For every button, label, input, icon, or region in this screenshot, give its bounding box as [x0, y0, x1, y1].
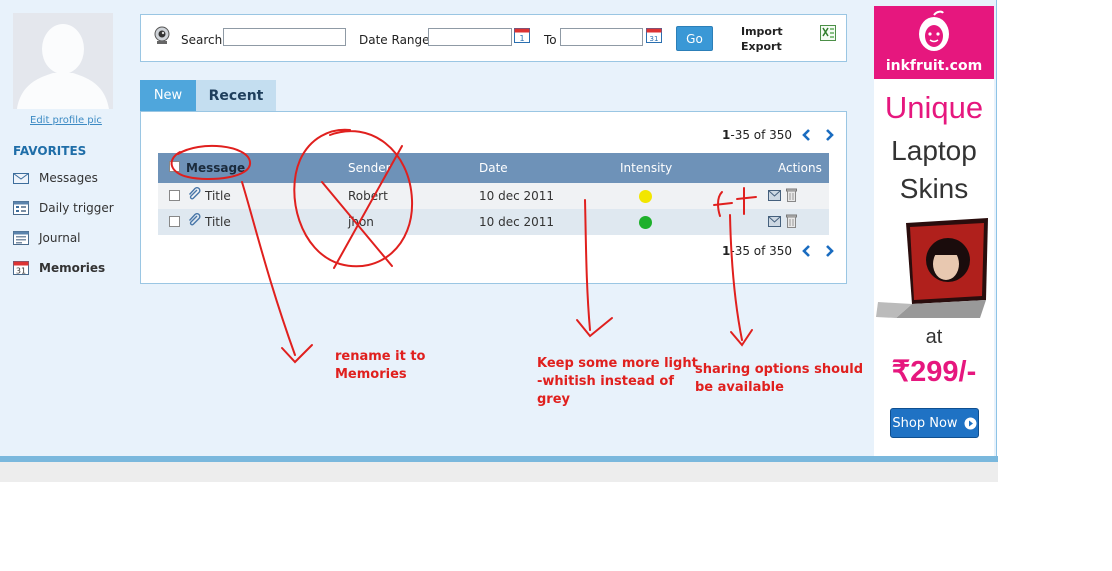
sidebar-item-label: Messages	[39, 171, 98, 185]
sidebar-item-daily-trigger[interactable]: Daily trigger	[13, 199, 114, 217]
sidebar-item-label: Daily trigger	[39, 201, 114, 215]
annotation-note-rename: rename it to Memories	[335, 349, 426, 382]
column-header-actions: Actions	[778, 161, 822, 175]
trash-icon[interactable]	[786, 188, 797, 202]
messages-panel: 1 -35 of 350 Message Sender Date Intensi…	[140, 111, 847, 284]
svg-text:31: 31	[16, 267, 26, 276]
window-shadow	[0, 462, 998, 482]
row-checkbox[interactable]	[169, 216, 180, 227]
sidebar-item-label: Journal	[39, 231, 81, 245]
prev-page-icon[interactable]	[800, 244, 814, 258]
table-row[interactable]: Title Robert 10 dec 2011	[158, 183, 829, 209]
date-to-input[interactable]	[560, 28, 643, 46]
play-arrow-icon	[964, 417, 977, 429]
attachment-icon	[188, 213, 201, 226]
shop-now-button[interactable]: Shop Now	[890, 408, 979, 438]
column-header-sender[interactable]: Sender	[348, 161, 391, 175]
ad-headline-1: Unique	[884, 90, 984, 125]
pager-range: -35 of 350	[730, 244, 793, 258]
ad-at: at	[925, 326, 943, 348]
intensity-indicator	[639, 216, 652, 229]
pager-current: 1	[722, 244, 731, 258]
column-header-message[interactable]: Message	[186, 161, 245, 175]
webcam-icon[interactable]	[151, 26, 173, 46]
to-label: To	[544, 33, 557, 47]
inkfruit-logo-icon	[919, 10, 949, 51]
next-page-icon[interactable]	[822, 128, 836, 142]
row-checkbox[interactable]	[169, 190, 180, 201]
envelope-icon	[13, 173, 29, 184]
pager-bottom: 1 -35 of 350	[722, 244, 836, 258]
go-button[interactable]: Go	[676, 26, 713, 51]
pager-current: 1	[722, 128, 731, 142]
calendar-picker-icon[interactable]: 1	[514, 27, 530, 43]
import-link[interactable]: Import	[741, 25, 783, 38]
ad-price: ₹299/-	[891, 356, 977, 388]
row-title[interactable]: Title	[205, 215, 231, 229]
pager-range: -35 of 350	[730, 128, 793, 142]
tab-new[interactable]: New	[140, 80, 196, 111]
tab-recent[interactable]: Recent	[196, 80, 276, 111]
search-input[interactable]	[223, 28, 346, 46]
ad-brand: inkfruit.com	[885, 58, 983, 74]
excel-icon[interactable]	[820, 25, 836, 41]
column-header-intensity[interactable]: Intensity	[620, 161, 672, 175]
pager-top: 1 -35 of 350	[722, 128, 836, 142]
ad-headline-3: Skins	[899, 173, 969, 204]
next-page-icon[interactable]	[822, 244, 836, 258]
prev-page-icon[interactable]	[800, 128, 814, 142]
table-header: Message Sender Date Intensity Actions	[158, 153, 829, 183]
edit-profile-pic-link[interactable]: Edit profile pic	[30, 115, 102, 126]
sidebar-item-label: Memories	[39, 261, 106, 275]
mail-icon[interactable]	[768, 190, 781, 201]
column-header-date[interactable]: Date	[479, 161, 508, 175]
calendar-picker-icon[interactable]: 31	[646, 27, 662, 43]
favorites-title: FAVORITES	[13, 144, 87, 158]
shop-now-label: Shop Now	[892, 415, 958, 431]
mail-icon[interactable]	[768, 216, 781, 227]
avatar	[13, 13, 113, 109]
search-label: Search	[181, 33, 223, 47]
ad-header: inkfruit.com	[874, 6, 994, 79]
journal-icon	[13, 231, 29, 245]
date-range-label: Date Range	[359, 33, 430, 47]
annotation-note-sharing: sharing options should be available	[695, 362, 864, 395]
sidebar-item-memories[interactable]: 31 Memories	[13, 259, 105, 277]
calendar-picker-number: 31	[650, 35, 659, 43]
calendar-31-icon: 31	[13, 261, 29, 275]
ad-banner[interactable]: inkfruit.com Unique Laptop Skins at ₹299…	[874, 6, 994, 456]
default-avatar-icon	[13, 13, 113, 109]
row-title[interactable]: Title	[205, 189, 231, 203]
attachment-icon	[188, 187, 201, 200]
sidebar-item-messages[interactable]: Messages	[13, 169, 98, 187]
sidebar-item-journal[interactable]: Journal	[13, 229, 81, 247]
search-panel: Search Date Range 1 To 31 Go Import Expo…	[140, 14, 847, 62]
date-from-input[interactable]	[428, 28, 512, 46]
trash-icon[interactable]	[786, 214, 797, 228]
row-sender: jhon	[348, 215, 374, 229]
row-date: 10 dec 2011	[479, 215, 555, 229]
calendar-list-icon	[13, 201, 29, 215]
calendar-picker-number: 1	[519, 34, 524, 43]
select-all-checkbox[interactable]	[169, 161, 180, 172]
ad-headline-2: Laptop	[891, 135, 977, 166]
laptop-skin-image	[876, 218, 988, 318]
row-sender: Robert	[348, 189, 388, 203]
row-date: 10 dec 2011	[479, 189, 555, 203]
annotation-note-lighter: Keep some more light -whitish instead of…	[537, 356, 698, 407]
export-link[interactable]: Export	[741, 40, 782, 53]
intensity-indicator	[639, 190, 652, 203]
table-row[interactable]: Title jhon 10 dec 2011	[158, 209, 829, 235]
